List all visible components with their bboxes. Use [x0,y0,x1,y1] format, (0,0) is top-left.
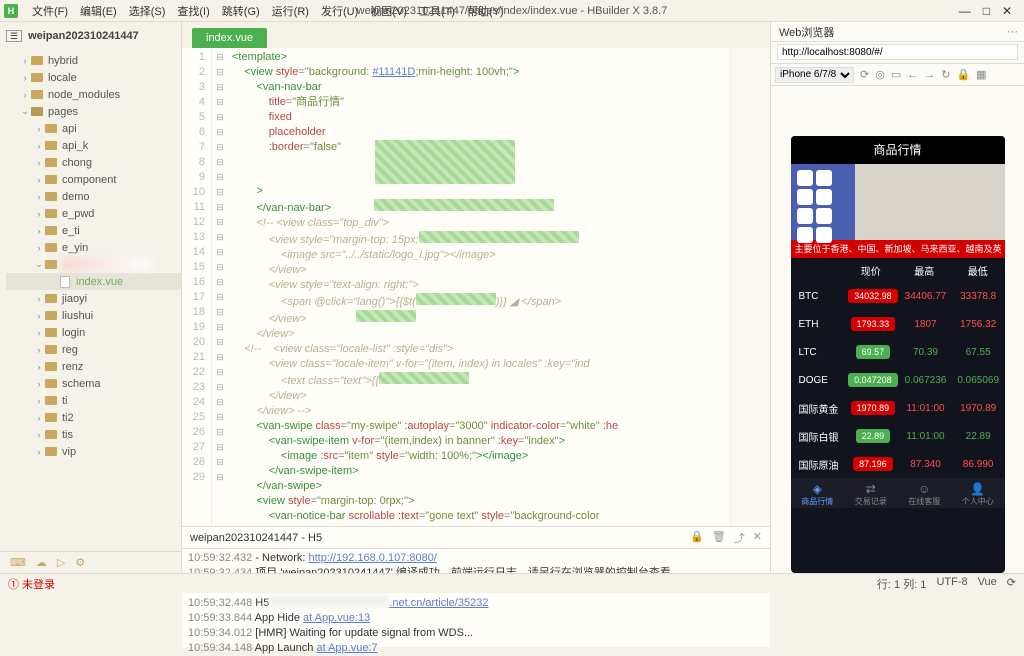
menu-item[interactable]: 编辑(E) [74,6,123,18]
folder-item[interactable]: ⌄ [6,256,181,273]
run-icon[interactable]: ▷ [57,556,65,569]
console-export-icon[interactable]: ⤴ [734,530,745,546]
phone-table-header: 现价 最高 最低 [791,258,1005,282]
market-row[interactable]: DOGE0.0472080.0672360.065069 [791,366,1005,394]
menu-item[interactable]: 文件(F) [26,6,74,18]
cursor-position: 行: 1 列: 1 [877,576,927,592]
window-title: weipan202310241447/pages/index/index.vue… [357,5,668,17]
folder-item[interactable]: ⌄pages [6,103,181,120]
folder-item[interactable]: ›node_modules [6,86,181,103]
project-sidebar: ☰ weipan202310241447 ›hybrid›locale›node… [0,22,182,573]
console-title: weipan202310241447 - H5 [190,532,322,544]
cloud-icon[interactable]: ☁ [36,556,47,569]
encoding[interactable]: UTF-8 [936,576,967,592]
forward-icon[interactable]: → [924,69,935,81]
line-gutter: 1234567891011121314151617181920212223242… [182,48,212,526]
back-icon[interactable]: ← [907,69,918,81]
editor-tab-bar: index.vue [182,22,770,48]
code-editor[interactable]: <template> <view style="background: #111… [228,48,730,526]
menu-bar: H 文件(F)编辑(E)选择(S)查找(I)跳转(G)运行(R)发行(U)视图(… [0,0,1024,22]
file-tree: ›hybrid›locale›node_modules⌄pages›api›ap… [0,50,181,551]
window-minimize[interactable]: — [959,4,971,18]
folder-item[interactable]: ›ti2 [6,409,181,426]
console-lock-icon[interactable]: 🔒 [690,530,704,546]
folder-item[interactable]: ›e_ti [6,222,181,239]
app-logo: H [4,4,18,18]
folder-item[interactable]: ›renz [6,358,181,375]
console-clear-icon[interactable]: 🗑 [712,530,726,546]
folder-item[interactable]: ›jiaoyi [6,290,181,307]
terminal-icon[interactable]: ⌨ [10,556,26,569]
collapse-icon[interactable]: ☰ [6,30,22,42]
devtools-icon[interactable]: ▭ [891,68,901,81]
menu-item[interactable]: 运行(R) [266,6,315,18]
preview-panel: Web浏览器 ⋯ iPhone 6/7/8 ⟳ ◎ ▭ ← → ↻ 🔒 ▦ 商品行… [770,22,1024,573]
market-row[interactable]: LTC69.5770.3967.55 [791,338,1005,366]
phone-tabbar: ◈商品行情⇄交易记录☺在线客服👤个人中心 [791,478,1005,508]
folder-item[interactable]: ›api_k [6,137,181,154]
folder-item[interactable]: ›e_pwd [6,205,181,222]
market-row[interactable]: ETH1793.3318071756.32 [791,310,1005,338]
editor-area: index.vue 123456789101112131415161718192… [182,22,770,526]
folder-item[interactable]: ›vip [6,443,181,460]
market-row[interactable]: 国际原油87.19687.34086.990 [791,450,1005,478]
folder-item[interactable]: ›demo [6,188,181,205]
market-row[interactable]: 国际黄金1970.8911:01:001970.89 [791,394,1005,422]
folder-item[interactable]: ›liushui [6,307,181,324]
grid-icon[interactable]: ▦ [976,68,986,81]
phone-tab[interactable]: ◈商品行情 [791,478,845,508]
folder-item[interactable]: ›chong [6,154,181,171]
phone-preview: 商品行情 主要位于香港、中国、新加坡、马来西亚、越南及英国。 现价 最高 最低 … [791,136,1005,573]
rotate-icon[interactable]: ⟳ [860,68,869,81]
preview-url-input[interactable] [777,44,1018,60]
folder-item[interactable]: ›login [6,324,181,341]
fold-gutter: ⊟⊟⊟⊟⊟⊟⊟⊟⊟⊟⊟⊟⊟⊟⊟⊟⊟⊟⊟⊟⊟⊟⊟⊟⊟⊟⊟⊟⊟ [212,48,228,526]
file-item[interactable]: index.vue [6,273,181,290]
folder-item[interactable]: ›api [6,120,181,137]
refresh-icon[interactable]: ↻ [941,68,950,81]
window-close[interactable]: ✕ [1002,4,1012,18]
phone-nav-title: 商品行情 [791,136,1005,164]
window-maximize[interactable]: □ [983,4,990,18]
project-root[interactable]: weipan202310241447 [28,30,139,42]
folder-item[interactable]: ›locale [6,69,181,86]
menu-item[interactable]: 查找(I) [171,6,215,18]
folder-item[interactable]: ›reg [6,341,181,358]
menu-item[interactable]: 选择(S) [123,6,172,18]
folder-item[interactable]: ›e_yin [6,239,181,256]
editor-tab[interactable]: index.vue [192,28,267,48]
phone-tab[interactable]: 👤个人中心 [951,478,1005,508]
folder-item[interactable]: ›ti [6,392,181,409]
language-mode[interactable]: Vue [978,576,997,592]
settings-icon[interactable]: ⚙ [75,556,85,569]
folder-item[interactable]: ›component [6,171,181,188]
market-row[interactable]: BTC34032.9834406.7733378.8 [791,282,1005,310]
minimap[interactable] [730,48,770,526]
login-status[interactable]: ① 未登录 [8,576,55,592]
console-close-icon[interactable]: ✕ [753,530,762,546]
phone-banner[interactable] [791,164,1005,240]
preview-more-icon[interactable]: ⋯ [1007,25,1024,38]
menu-item[interactable]: 跳转(G) [216,6,266,18]
lock-icon[interactable]: 🔒 [956,68,970,81]
console-output[interactable]: 10:59:32.432 - Network: http://192.168.0… [182,549,770,647]
folder-item[interactable]: ›tis [6,426,181,443]
folder-item[interactable]: ›schema [6,375,181,392]
screenshot-icon[interactable]: ◎ [875,68,885,81]
sync-icon[interactable]: ⟳ [1007,576,1016,592]
market-row[interactable]: 国际白银22.8911:01:0022.89 [791,422,1005,450]
phone-tab[interactable]: ☺在线客服 [898,478,952,508]
device-select[interactable]: iPhone 6/7/8 [775,67,854,83]
status-bar: ① 未登录 行: 1 列: 1 UTF-8 Vue ⟳ [0,573,1024,593]
sidebar-toolbar: ⌨ ☁ ▷ ⚙ [0,551,181,573]
preview-title: Web浏览器 [779,24,834,40]
folder-item[interactable]: ›hybrid [6,52,181,69]
phone-tab[interactable]: ⇄交易记录 [844,478,898,508]
